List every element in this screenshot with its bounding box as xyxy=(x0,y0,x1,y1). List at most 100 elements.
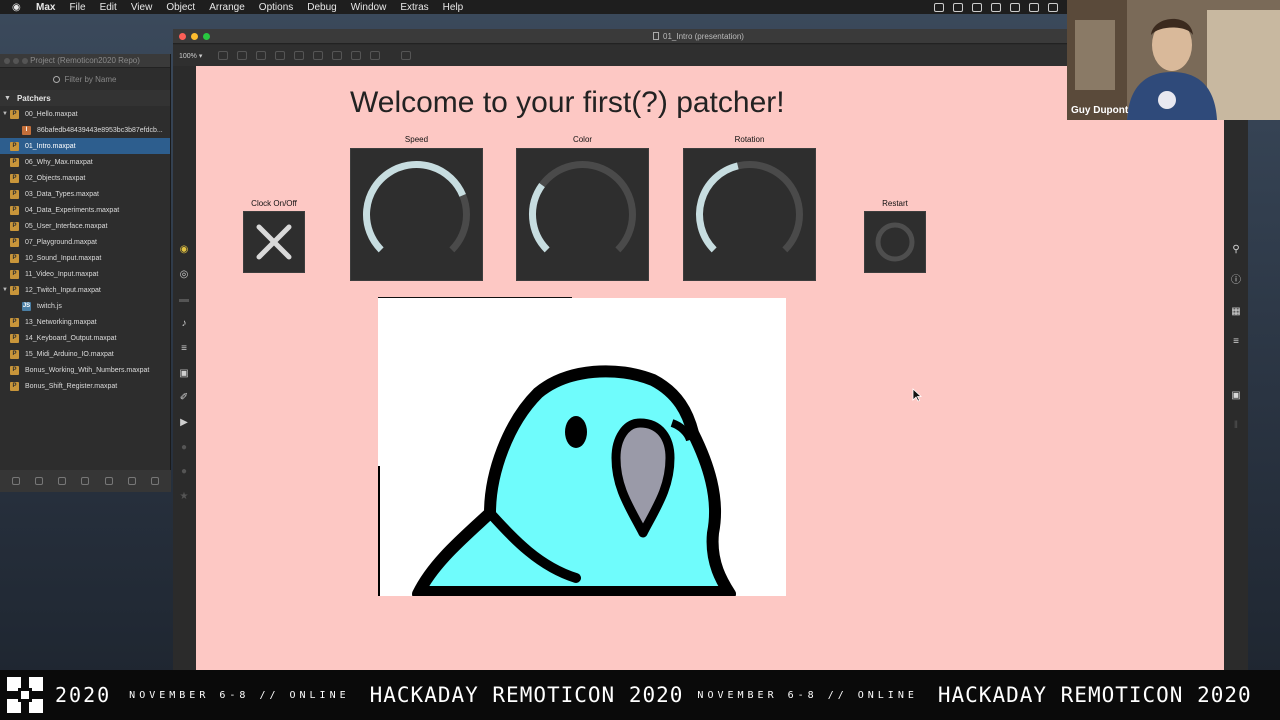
window-title: 01_Intro (presentation) xyxy=(663,32,744,41)
tray-icon-5[interactable] xyxy=(1010,2,1020,12)
sequencer-icon[interactable]: ≡ xyxy=(178,343,190,355)
patcher-file-icon: P xyxy=(10,317,19,327)
project-item-13-networking[interactable]: P 13_Networking.maxpat xyxy=(0,314,170,330)
layers-icon[interactable] xyxy=(81,477,90,485)
image-icon[interactable]: ▣ xyxy=(178,368,190,380)
project-item-10-sound-input[interactable]: P 10_Sound_Input.maxpat xyxy=(0,250,170,266)
zoom-dropdown[interactable]: 100% ▾ xyxy=(179,52,202,60)
camera-icon[interactable]: ▣ xyxy=(1230,390,1242,402)
project-item-07-playground[interactable]: P 07_Playground.maxpat xyxy=(0,234,170,250)
section-label: Patchers xyxy=(16,93,51,103)
zoom-dot[interactable] xyxy=(22,58,28,64)
disclosure-open-icon[interactable]: ▼ xyxy=(4,95,11,102)
project-item-04-data-experiments[interactable]: P 04_Data_Experiments.maxpat xyxy=(0,202,170,218)
disclosure-open-icon[interactable]: ▼ xyxy=(0,111,10,117)
filter-input[interactable]: Filter by Name xyxy=(0,68,170,90)
project-item-image[interactable]: I 86bafedb48439443e8953bc3b87efdcb... xyxy=(0,122,170,138)
close-dot[interactable] xyxy=(4,58,10,64)
speed-dial[interactable] xyxy=(350,148,483,281)
project-item-00-hello[interactable]: ▼ P 00_Hello.maxpat xyxy=(0,106,170,122)
project-item-14-keyboard-output[interactable]: P 14_Keyboard_Output.maxpat xyxy=(0,330,170,346)
restart-button[interactable] xyxy=(864,211,926,273)
pin-icon[interactable] xyxy=(370,51,381,60)
presentation-canvas[interactable]: Welcome to your first(?) patcher! Clock … xyxy=(196,66,1224,670)
info-icon[interactable]: ⓘ xyxy=(1230,275,1242,287)
grid-icon[interactable] xyxy=(294,51,305,60)
disclosure-open-icon[interactable]: ▼ xyxy=(0,287,10,293)
lock-icon[interactable] xyxy=(218,51,229,60)
plug-icon[interactable]: ▶ xyxy=(178,417,190,429)
zoom-value: 100% xyxy=(179,52,197,60)
menu-view[interactable]: View xyxy=(131,2,153,13)
apple-menu-icon[interactable]: ◉ xyxy=(12,2,26,13)
project-item-12-twitch-input[interactable]: ▼ P 12_Twitch_Input.maxpat xyxy=(0,282,170,298)
color-dial[interactable] xyxy=(516,148,649,281)
menu-extras[interactable]: Extras xyxy=(400,2,428,13)
project-item-11-video-input[interactable]: P 11_Video_Input.maxpat xyxy=(0,266,170,282)
item-label: 10_Sound_Input.maxpat xyxy=(25,254,102,262)
menu-help[interactable]: Help xyxy=(443,2,464,13)
list-icon[interactable] xyxy=(58,477,67,485)
menu-object[interactable]: Object xyxy=(166,2,195,13)
book-icon[interactable]: ▦ xyxy=(1230,306,1242,318)
palette-icon[interactable]: ◉ xyxy=(178,244,190,256)
tray-icon-1[interactable] xyxy=(934,2,944,12)
disabled-tool-icon-2[interactable]: ● xyxy=(178,466,190,478)
delete-icon[interactable] xyxy=(275,51,286,60)
project-item-15-midi-arduino-io[interactable]: P 15_Midi_Arduino_IO.maxpat xyxy=(0,346,170,362)
menu-edit[interactable]: Edit xyxy=(100,2,117,13)
new-object-icon[interactable] xyxy=(256,51,267,60)
folder-icon[interactable] xyxy=(151,477,160,485)
patcher-file-icon: P xyxy=(10,253,19,263)
project-item-twitch-js[interactable]: JS twitch.js xyxy=(0,298,170,314)
tray-icon-2[interactable] xyxy=(953,2,963,12)
clock-toggle[interactable] xyxy=(243,211,305,273)
banner-event: HACKADAY REMOTICON 2020 xyxy=(369,683,684,707)
menu-options[interactable]: Options xyxy=(259,2,293,13)
list-icon[interactable]: ≡ xyxy=(1230,336,1242,348)
button-object-icon[interactable]: ▬ xyxy=(178,294,190,306)
rotation-dial[interactable] xyxy=(683,148,816,281)
menu-arrange[interactable]: Arrange xyxy=(209,2,245,13)
cloud-icon[interactable] xyxy=(972,2,982,12)
project-item-bonus-shift-register[interactable]: P Bonus_Shift_Register.maxpat xyxy=(0,378,170,394)
mixer-icon[interactable]: ‖ xyxy=(1230,420,1242,432)
patcher-file-icon: P xyxy=(10,157,19,167)
help-icon[interactable] xyxy=(351,51,362,60)
project-item-06-why-max[interactable]: P 06_Why_Max.maxpat xyxy=(0,154,170,170)
tray-icon-4[interactable] xyxy=(991,2,1001,12)
menu-app[interactable]: Max xyxy=(36,2,55,13)
minimize-button[interactable] xyxy=(191,33,198,40)
patcher-file-icon: P xyxy=(10,173,19,183)
refresh-icon[interactable] xyxy=(128,477,137,485)
menu-window[interactable]: Window xyxy=(351,2,387,13)
target-icon[interactable]: ◎ xyxy=(178,269,190,281)
wifi-icon[interactable] xyxy=(1048,2,1058,12)
align-icon[interactable] xyxy=(313,51,324,60)
disabled-tool-icon[interactable]: ● xyxy=(178,442,190,454)
project-item-03-data-types[interactable]: P 03_Data_Types.maxpat xyxy=(0,186,170,202)
project-item-02-objects[interactable]: P 02_Objects.maxpat xyxy=(0,170,170,186)
menu-debug[interactable]: Debug xyxy=(307,2,336,13)
search-icon[interactable]: ⚲ xyxy=(1230,244,1242,256)
patchers-section-header[interactable]: ▼ Patchers xyxy=(0,90,170,106)
music-note-icon[interactable]: ♪ xyxy=(178,318,190,330)
add-icon[interactable] xyxy=(11,477,20,485)
close-button[interactable] xyxy=(179,33,186,40)
comment-icon[interactable] xyxy=(34,477,43,485)
item-label: 00_Hello.maxpat xyxy=(25,110,78,118)
airplay-icon[interactable] xyxy=(1029,2,1039,12)
project-item-05-user-interface[interactable]: P 05_User_Interface.maxpat xyxy=(0,218,170,234)
star-icon[interactable]: ★ xyxy=(178,491,190,503)
minimize-dot[interactable] xyxy=(13,58,19,64)
presentation-icon[interactable] xyxy=(237,51,248,60)
menu-file[interactable]: File xyxy=(69,2,85,13)
arrange-icon[interactable] xyxy=(332,51,343,60)
project-item-01-intro[interactable]: P 01_Intro.maxpat xyxy=(0,138,170,154)
paperclip-icon[interactable]: ✐ xyxy=(178,392,190,404)
project-item-bonus-numbers[interactable]: P Bonus_Working_Wtih_Numbers.maxpat xyxy=(0,362,170,378)
item-label: 15_Midi_Arduino_IO.maxpat xyxy=(25,350,114,358)
zoom-button[interactable] xyxy=(203,33,210,40)
gear-icon[interactable] xyxy=(104,477,113,485)
mute-icon[interactable] xyxy=(401,51,412,60)
